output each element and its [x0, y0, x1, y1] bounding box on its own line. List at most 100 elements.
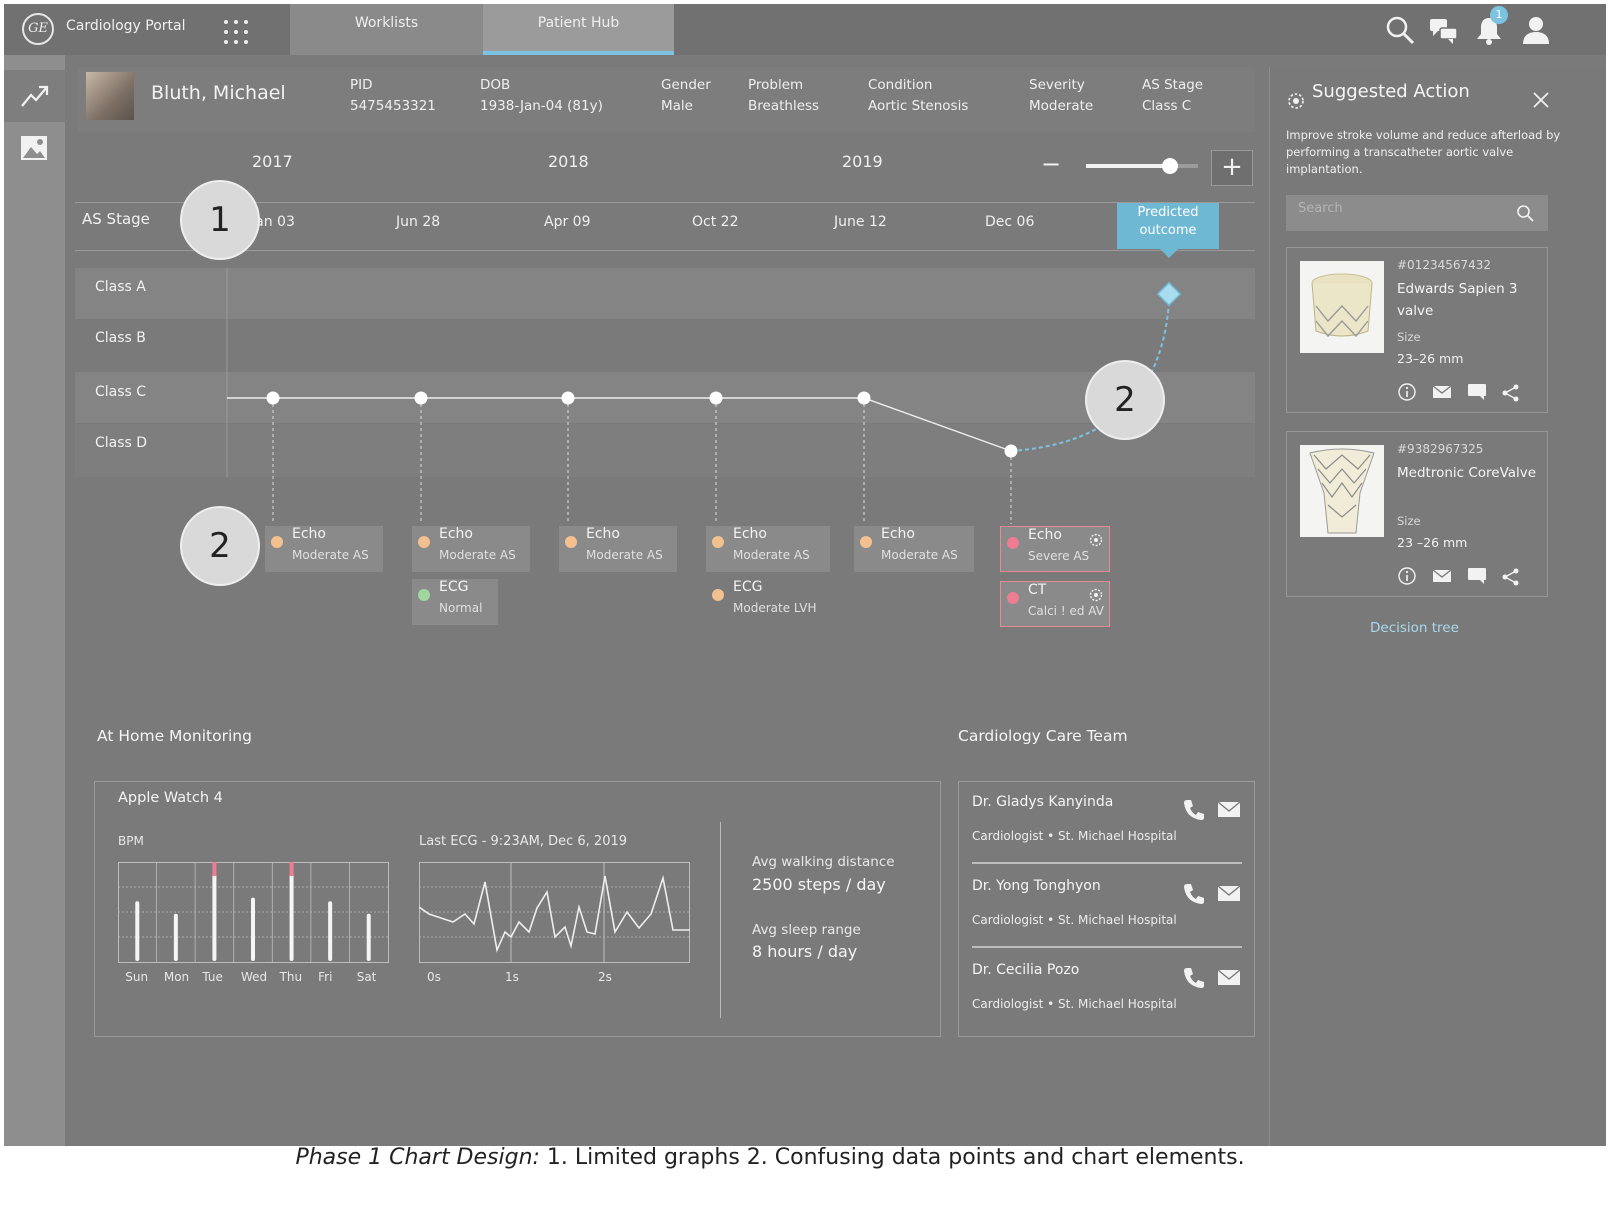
series-line — [273, 397, 1012, 452]
care-team-divider — [972, 946, 1242, 948]
event-card[interactable]: Echo Moderate AS — [854, 526, 974, 572]
data-point — [709, 391, 723, 405]
status-dot — [712, 589, 724, 601]
suggested-action-panel: Suggested Action Improve stroke volume a… — [1269, 67, 1606, 1146]
medtronic-valve-image — [1300, 445, 1384, 537]
bpm-chart — [118, 862, 389, 963]
caption-prefix: Phase 1 Chart Design: — [295, 1145, 540, 1170]
status-dot — [565, 536, 577, 548]
status-dot — [1007, 537, 1019, 549]
annotation-callout: 2 — [1087, 362, 1163, 438]
info-icon[interactable] — [1397, 566, 1417, 586]
day-label: Sat — [356, 970, 377, 984]
data-point — [266, 391, 280, 405]
care-team-divider — [972, 862, 1242, 864]
search-placeholder: Search — [1298, 201, 1343, 216]
size-value: 23–26 mm — [1397, 351, 1464, 366]
care-team-member-name: Dr. Cecilia Pozo — [972, 962, 1080, 978]
product-name: Edwards Sapien 3 valve — [1397, 281, 1518, 319]
data-point — [1004, 444, 1018, 458]
close-icon[interactable] — [1532, 91, 1550, 109]
ecg-tick: 2s — [598, 970, 612, 984]
event-card-severe[interactable]: CT Calci ! ed AV — [1000, 581, 1110, 627]
day-label: Thu — [279, 970, 303, 984]
product-card[interactable]: #9382967325 Medtronic CoreValve Size 23 … — [1286, 431, 1548, 597]
product-id: #9382967325 — [1397, 442, 1484, 456]
day-label: Tue — [202, 970, 223, 984]
day-label: Mon — [163, 970, 190, 984]
care-team-member-name: Dr. Yong Tonghyon — [972, 878, 1101, 894]
day-label: Wed — [241, 970, 268, 984]
edwards-valve-image — [1300, 261, 1384, 353]
search-icon[interactable] — [1516, 204, 1534, 222]
phone-icon[interactable] — [1182, 798, 1206, 822]
product-actions — [1397, 382, 1537, 404]
share-icon[interactable] — [1501, 567, 1521, 587]
ai-insight-icon[interactable] — [1089, 533, 1103, 547]
product-search-input[interactable]: Search — [1286, 195, 1548, 231]
mail-icon[interactable] — [1432, 384, 1452, 400]
product-card[interactable]: #01234567432 Edwards Sapien 3 valve Size… — [1286, 247, 1548, 413]
size-label: Size — [1397, 514, 1421, 528]
event-card[interactable]: ECG Normal — [412, 579, 498, 625]
product-name: Medtronic CoreValve — [1397, 465, 1537, 481]
decision-tree-link[interactable]: Decision tree — [1370, 620, 1459, 636]
ecg-tick: 1s — [505, 970, 519, 984]
data-point — [857, 391, 871, 405]
status-dot — [1007, 592, 1019, 604]
status-dot — [418, 589, 430, 601]
suggested-action-description: Improve stroke volume and reduce afterlo… — [1286, 128, 1561, 176]
bpm-label: BPM — [118, 834, 144, 848]
care-team-title: Cardiology Care Team — [958, 727, 1128, 745]
care-team-member-role: Cardiologist • St. Michael Hospital — [972, 913, 1177, 927]
event-card[interactable]: Echo Moderate AS — [706, 526, 830, 572]
ai-sparkle-icon — [1288, 93, 1304, 109]
phone-icon[interactable] — [1182, 882, 1206, 906]
care-team-member-role: Cardiologist • St. Michael Hospital — [972, 829, 1177, 843]
sleep-value: 8 hours / day — [752, 942, 858, 961]
caption-text: 1. Limited graphs 2. Confusing data poin… — [539, 1145, 1245, 1170]
mail-icon[interactable] — [1217, 800, 1241, 820]
event-card[interactable]: Echo Moderate AS — [559, 526, 677, 572]
event-card[interactable]: Echo Moderate AS — [412, 526, 530, 572]
event-card-severe[interactable]: Echo Severe AS — [1000, 526, 1110, 572]
comment-icon[interactable] — [1467, 383, 1487, 401]
mail-icon[interactable] — [1217, 884, 1241, 904]
monitoring-divider — [720, 822, 721, 1018]
comment-icon[interactable] — [1467, 567, 1487, 585]
mail-icon[interactable] — [1217, 968, 1241, 988]
home-monitoring-title: At Home Monitoring — [97, 727, 252, 745]
annotation-callout: 2 — [182, 508, 258, 584]
product-id: #01234567432 — [1397, 258, 1492, 272]
data-point — [561, 391, 575, 405]
ecg-tick: 0s — [427, 970, 441, 984]
sleep-label: Avg sleep range — [752, 922, 861, 938]
status-dot — [860, 536, 872, 548]
ai-insight-icon[interactable] — [1089, 588, 1103, 602]
size-value: 23 –26 mm — [1397, 535, 1468, 550]
status-dot — [271, 536, 283, 548]
ecg-label: Last ECG - 9:23AM, Dec 6, 2019 — [419, 834, 628, 849]
suggested-action-title: Suggested Action — [1312, 81, 1470, 102]
info-icon[interactable] — [1397, 382, 1417, 402]
event-card[interactable]: ECG Moderate LVH — [706, 579, 830, 625]
app-window: GE Cardiology Portal Worklists Patient H… — [4, 4, 1606, 1146]
phone-icon[interactable] — [1182, 966, 1206, 990]
status-dot — [418, 536, 430, 548]
event-card[interactable]: Echo Moderate AS — [265, 526, 383, 572]
care-team-member-role: Cardiologist • St. Michael Hospital — [972, 997, 1177, 1011]
mail-icon[interactable] — [1432, 568, 1452, 584]
annotation-callout: 1 — [182, 182, 258, 258]
status-dot — [712, 536, 724, 548]
product-actions — [1397, 566, 1537, 588]
ecg-chart — [419, 862, 690, 963]
walking-label: Avg walking distance — [752, 854, 895, 870]
data-point — [414, 391, 428, 405]
size-label: Size — [1397, 330, 1421, 344]
predicted-point — [1156, 281, 1182, 307]
walking-value: 2500 steps / day — [752, 875, 886, 894]
care-team-member-name: Dr. Gladys Kanyinda — [972, 794, 1114, 810]
share-icon[interactable] — [1501, 383, 1521, 403]
device-name: Apple Watch 4 — [118, 790, 223, 806]
figure-caption: Phase 1 Chart Design: 1. Limited graphs … — [0, 1145, 1540, 1170]
